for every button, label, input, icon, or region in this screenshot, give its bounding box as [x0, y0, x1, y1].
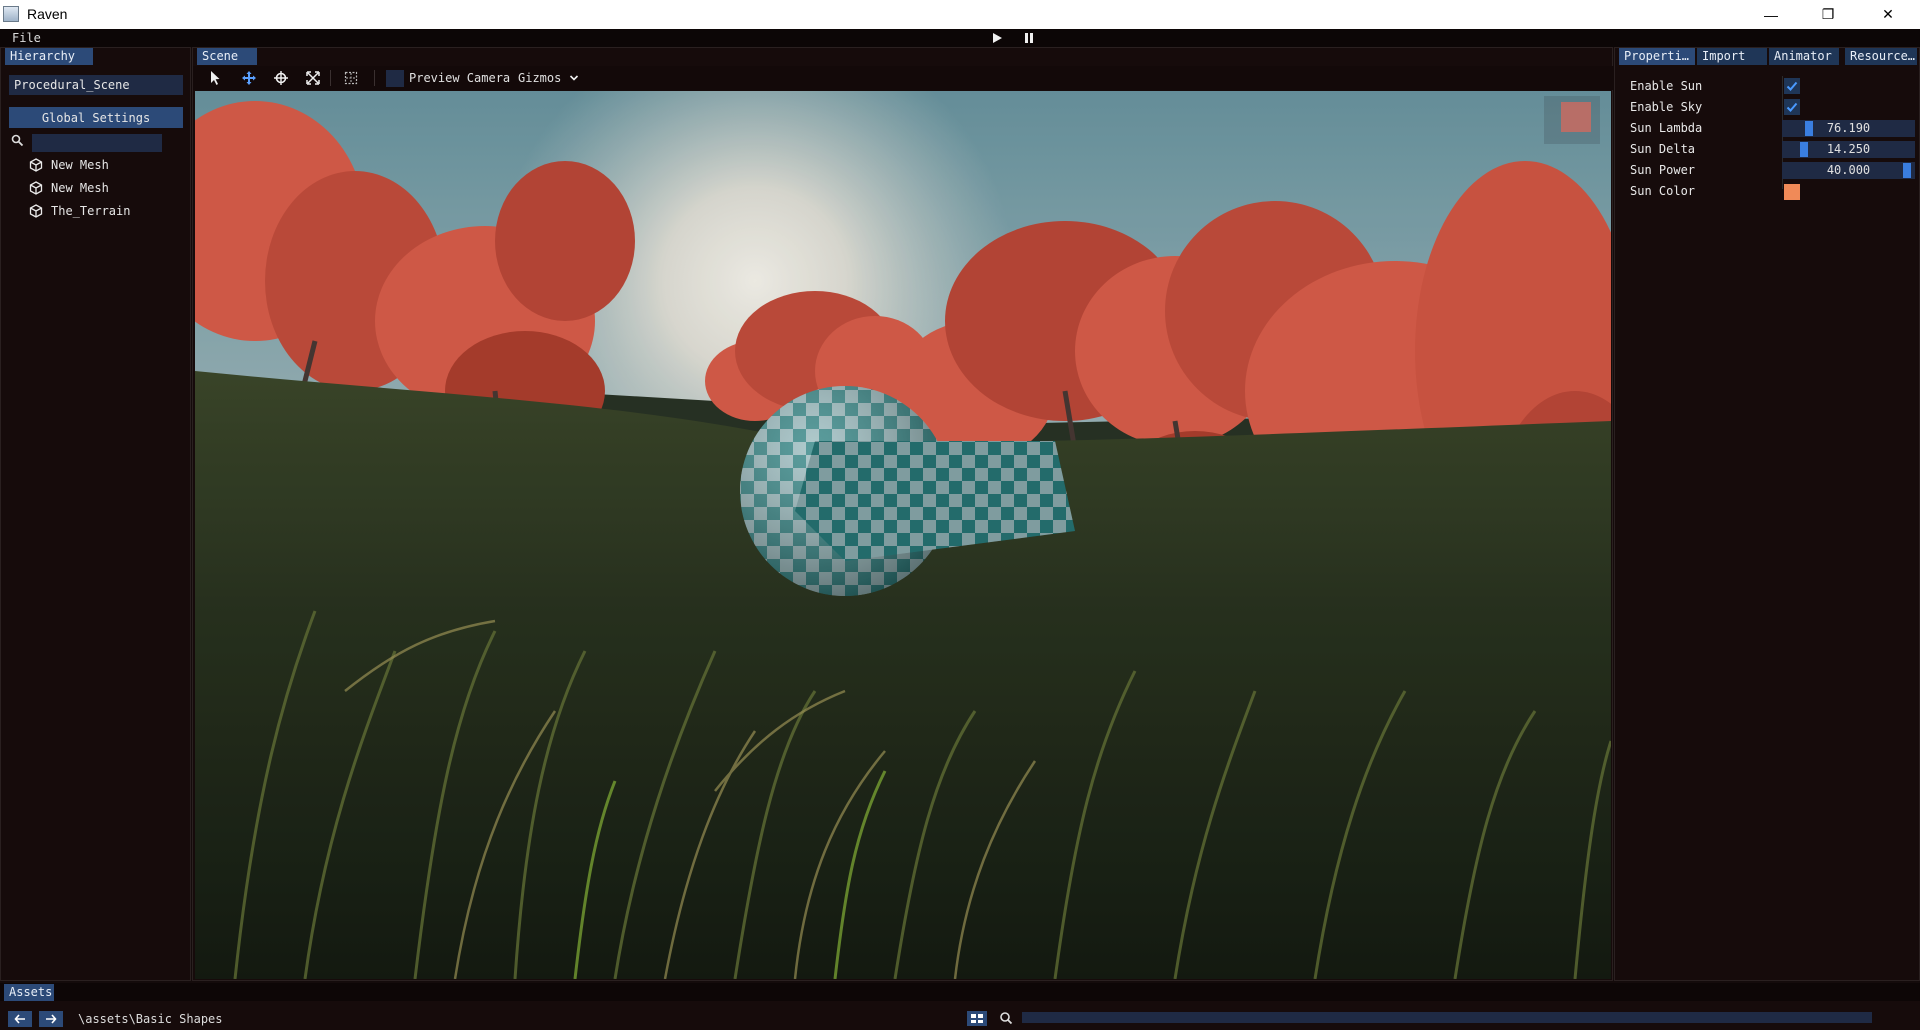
- menu-bar: File: [0, 29, 1920, 47]
- window-title: Raven: [27, 6, 68, 22]
- tab-scene[interactable]: Scene: [197, 48, 257, 65]
- camera-swatch[interactable]: [386, 70, 404, 87]
- cube-icon: [29, 158, 43, 172]
- properties-panel: Properti… Import Animator Resource… Enab…: [1614, 47, 1920, 981]
- move-icon[interactable]: [241, 70, 257, 86]
- forward-button[interactable]: [39, 1011, 63, 1027]
- viewport-render: [195, 91, 1611, 979]
- enable-sun-checkbox[interactable]: [1784, 78, 1800, 94]
- asset-path: \assets\Basic Shapes: [78, 1012, 223, 1026]
- zoom-icon: [1000, 1012, 1013, 1025]
- grid-view-icon: [971, 1014, 983, 1023]
- grid-view-button[interactable]: [967, 1011, 987, 1026]
- scene-toolbar: Preview Camera Gizmos: [193, 66, 1614, 90]
- preview-camera-label[interactable]: Preview Camera: [409, 71, 510, 85]
- list-item-label: New Mesh: [51, 181, 109, 195]
- tab-import[interactable]: Import: [1697, 48, 1767, 65]
- orientation-gizmo[interactable]: [1544, 96, 1600, 144]
- minimize-icon: —: [1764, 6, 1778, 23]
- hierarchy-panel: Hierarchy Procedural_Scene Global Settin…: [0, 47, 191, 981]
- toolbar-divider: [374, 70, 375, 86]
- tab-properties[interactable]: Properti…: [1619, 48, 1695, 65]
- toolbar-divider: [330, 70, 331, 86]
- tab-assets[interactable]: Assets: [4, 984, 54, 1001]
- scale-icon[interactable]: [305, 70, 321, 86]
- slider-value: 14.250: [1826, 142, 1871, 156]
- prop-sun-color: Sun Color: [1622, 181, 1916, 202]
- list-item-label: New Mesh: [51, 158, 109, 172]
- global-settings-button[interactable]: Global Settings: [9, 107, 183, 128]
- checkmark-icon: [1786, 81, 1798, 91]
- search-icon: [11, 134, 24, 147]
- prop-label: Sun Power: [1630, 163, 1696, 177]
- orientation-cube: [1561, 102, 1591, 132]
- slider-value: 40.000: [1826, 163, 1871, 177]
- title-bar: Raven — ❐ ✕: [0, 0, 1920, 29]
- slider-value: 76.190: [1826, 121, 1871, 135]
- enable-sky-checkbox[interactable]: [1784, 99, 1800, 115]
- prop-sun-lambda: Sun Lambda 76.190: [1622, 118, 1916, 139]
- prop-enable-sky: Enable Sky: [1622, 97, 1916, 118]
- prop-label: Sun Lambda: [1630, 121, 1703, 135]
- prop-label: Enable Sun: [1630, 79, 1703, 93]
- chevron-down-icon[interactable]: [569, 73, 579, 83]
- sun-power-slider[interactable]: 40.000: [1782, 162, 1915, 179]
- cube-icon: [29, 204, 43, 218]
- back-button[interactable]: [8, 1011, 32, 1027]
- restore-icon: ❐: [1821, 6, 1835, 22]
- pause-icon[interactable]: [1022, 31, 1036, 45]
- tab-resources[interactable]: Resource…: [1845, 48, 1917, 65]
- rotate-icon[interactable]: [273, 70, 289, 86]
- sun-color-swatch[interactable]: [1784, 184, 1800, 200]
- prop-label: Enable Sky: [1630, 100, 1703, 114]
- tab-hierarchy[interactable]: Hierarchy: [5, 48, 93, 65]
- play-icon[interactable]: [990, 31, 1004, 45]
- gizmos-dropdown[interactable]: Gizmos: [518, 71, 561, 85]
- zoom-slider[interactable]: [1022, 1012, 1872, 1023]
- close-icon: ✕: [1882, 6, 1894, 22]
- app-icon: [3, 6, 19, 22]
- scene-name-field[interactable]: Procedural_Scene: [9, 75, 183, 95]
- list-item-label: The_Terrain: [51, 204, 131, 218]
- prop-label: Sun Delta: [1630, 142, 1696, 156]
- cube-icon: [29, 181, 43, 195]
- prop-sun-delta: Sun Delta 14.250: [1622, 139, 1916, 160]
- list-item[interactable]: New Mesh: [29, 178, 109, 198]
- close-button[interactable]: ✕: [1865, 0, 1911, 29]
- list-item[interactable]: The_Terrain: [29, 201, 130, 221]
- assets-panel: Assets \assets\Basic Shapes: [0, 983, 1920, 1030]
- scene-viewport[interactable]: [195, 91, 1611, 979]
- prop-sun-power: Sun Power 40.000: [1622, 160, 1916, 181]
- checkmark-icon: [1786, 102, 1798, 112]
- scene-panel: Scene Preview Camera Gizmos: [192, 47, 1614, 981]
- restore-button[interactable]: ❐: [1805, 0, 1851, 29]
- menu-file[interactable]: File: [12, 31, 41, 45]
- prop-enable-sun: Enable Sun: [1622, 76, 1916, 97]
- minimize-button[interactable]: —: [1748, 0, 1794, 29]
- select-icon[interactable]: [207, 70, 223, 86]
- list-item[interactable]: New Mesh: [29, 155, 109, 175]
- prop-label: Sun Color: [1630, 184, 1696, 198]
- sun-delta-slider[interactable]: 14.250: [1782, 141, 1915, 158]
- grid-icon[interactable]: [343, 70, 359, 86]
- arrow-left-icon: [14, 1014, 25, 1024]
- sun-lambda-slider[interactable]: 76.190: [1782, 120, 1915, 137]
- tab-animator[interactable]: Animator: [1769, 48, 1839, 65]
- arrow-right-icon: [46, 1014, 57, 1024]
- hierarchy-search-input[interactable]: [32, 134, 162, 152]
